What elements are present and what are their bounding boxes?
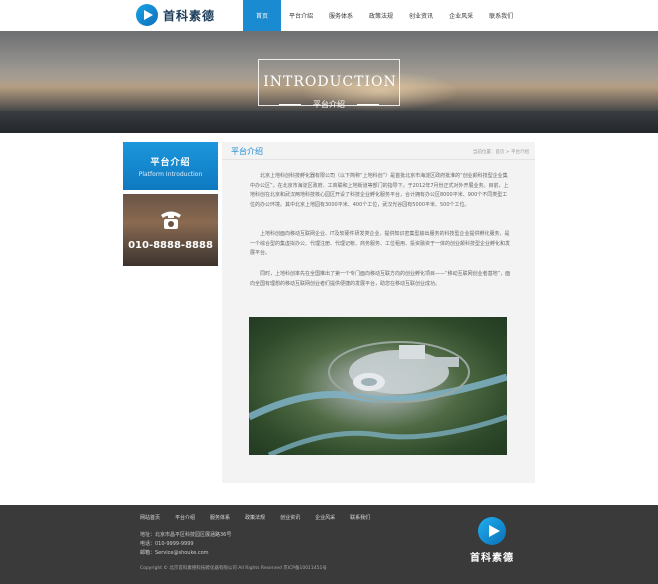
- footer-link-news[interactable]: 创业资讯: [280, 514, 300, 521]
- content-panel: 平台介绍 当前位置：首页 > 平台介绍 北京上地科创科技孵化器有限公司（以下简称…: [222, 142, 535, 483]
- hero-banner: INTRODUCTION 平台介绍: [0, 31, 658, 133]
- brand-logo-text: 首科素德: [163, 8, 216, 23]
- footer-logo[interactable]: 首科素德: [468, 517, 516, 564]
- site-header: 首科素德 首页 平台介绍 服务体系 政策法规 创业资讯 企业风采 联系我们: [0, 0, 658, 31]
- footer-email: 邮箱：Service@shouke.com: [140, 550, 209, 556]
- footer-nav: 网站首页 平台介绍 服务体系 政策法规 创业资讯 企业风采 联系我们: [140, 514, 385, 521]
- intro-paragraph-2: 上地科创面向移动互联网企业、IT及软硬件研发类企业、提供知识密集型输出服务的科技…: [250, 231, 511, 256]
- main-nav: 首页 平台介绍 服务体系 政策法规 创业资讯 企业风采 联系我们: [243, 0, 521, 31]
- footer-link-home[interactable]: 网站首页: [140, 514, 160, 521]
- footer-logo-text: 首科素德: [470, 553, 514, 564]
- intro-paragraph-3: 同时，上地科创率先在全国推出了第一个专门面向移动互联方向的创业孵化项目——“移动…: [250, 271, 511, 287]
- nav-item-services[interactable]: 服务体系: [321, 0, 361, 31]
- banner-subtitle: 平台介绍: [313, 100, 345, 109]
- intro-paragraph-1: 北京上地科创科技孵化器有限公司（以下简称“上地科创”）是首批北京市海淀区政府批准…: [250, 173, 509, 208]
- content-header: 平台介绍 当前位置：首页 > 平台介绍: [222, 142, 535, 160]
- footer-link-services[interactable]: 服务体系: [210, 514, 230, 521]
- nav-item-contact[interactable]: 联系我们: [481, 0, 521, 31]
- banner-title: INTRODUCTION: [263, 74, 397, 90]
- nav-item-companies[interactable]: 企业风采: [441, 0, 481, 31]
- footer-link-contact[interactable]: 联系我们: [350, 514, 370, 521]
- horizon-landscape: [0, 111, 658, 133]
- breadcrumb[interactable]: 当前位置：首页 > 平台介绍: [473, 149, 529, 155]
- nav-item-home[interactable]: 首页: [243, 0, 281, 31]
- footer-phone: 电话：010-9999-9999: [140, 541, 194, 547]
- campus-aerial-photo: [249, 317, 507, 455]
- brand-logo[interactable]: 首科素德: [136, 4, 215, 26]
- footer-copyright: Copyright © 北京首科素德科技孵化器有限公司 All Rights R…: [140, 566, 327, 571]
- footer-link-companies[interactable]: 企业风采: [315, 514, 335, 521]
- sidebar-section-title: 平台介绍 Platform Introduction: [123, 142, 218, 190]
- play-logo-icon: [478, 517, 506, 545]
- campus-illustration: [249, 341, 507, 455]
- play-logo-icon: [136, 4, 158, 26]
- sidebar-title-cn: 平台介绍: [150, 158, 191, 168]
- footer-link-policies[interactable]: 政策法规: [245, 514, 265, 521]
- content-title: 平台介绍: [231, 147, 263, 156]
- sidebar-phone-number: 010-8888-8888: [128, 240, 213, 251]
- nav-item-policies[interactable]: 政策法规: [361, 0, 401, 31]
- sidebar-title-en: Platform Introduction: [138, 171, 203, 178]
- footer-address: 地址：北京市昌平区科技园区展涵路36号: [140, 532, 232, 538]
- telephone-icon: [161, 211, 181, 229]
- site-footer: 网站首页 平台介绍 服务体系 政策法规 创业资讯 企业风采 联系我们 地址：北京…: [0, 505, 658, 584]
- sidebar-contact-card: 010-8888-8888: [123, 194, 218, 266]
- nav-item-news[interactable]: 创业资讯: [401, 0, 441, 31]
- footer-link-platform[interactable]: 平台介绍: [175, 514, 195, 521]
- nav-item-platform[interactable]: 平台介绍: [281, 0, 321, 31]
- banner-divider-right: [357, 104, 379, 105]
